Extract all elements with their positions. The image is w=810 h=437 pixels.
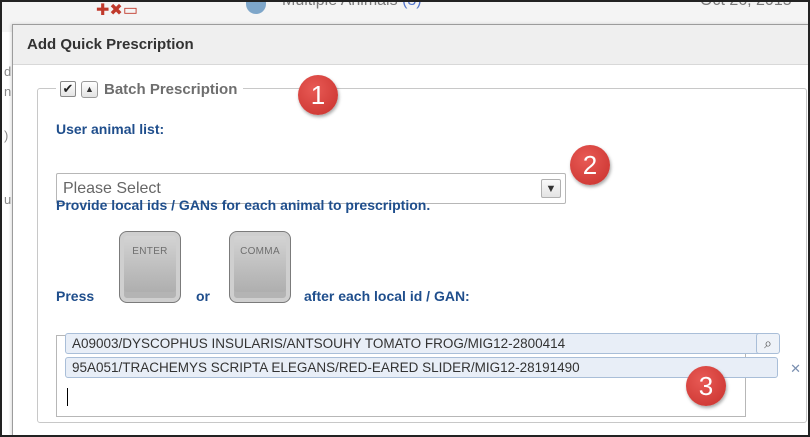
callout-badge-3: 3	[686, 366, 726, 406]
text-caret	[67, 388, 68, 406]
comma-key-icon: COMMA	[229, 231, 291, 303]
callout-badge-2: 2	[570, 145, 610, 185]
or-text: or	[196, 288, 210, 304]
remove-token-icon[interactable]: ✕	[790, 361, 801, 377]
token-label: 95A051/TRACHEMYS SCRIPTA ELEGANS/RED-EAR…	[72, 360, 580, 375]
batch-prescription-label: Batch Prescription	[104, 80, 238, 98]
select-value: Please Select	[63, 180, 161, 197]
enter-key-icon: ENTER	[119, 231, 181, 303]
background-date: Oct 26, 2015	[700, 0, 792, 9]
instructions-text: Provide local ids / GANs for each animal…	[56, 197, 431, 213]
background-left-fragments: d n ) u	[4, 64, 12, 207]
animal-token[interactable]: A09003/DYSCOPHUS INSULARIS/ANTSOUHY TOMA…	[65, 333, 780, 354]
animal-ids-input[interactable]: A09003/DYSCOPHUS INSULARIS/ANTSOUHY TOMA…	[56, 333, 801, 417]
dialog-title: Add Quick Prescription	[13, 25, 809, 65]
collapse-toggle-icon[interactable]: ▲	[81, 80, 98, 98]
after-each-id-text: after each local id / GAN:	[304, 288, 470, 304]
press-text: Press	[56, 288, 95, 304]
enter-key-label: ENTER	[132, 246, 168, 257]
token-label: A09003/DYSCOPHUS INSULARIS/ANTSOUHY TOMA…	[72, 336, 566, 351]
comma-key-label: COMMA	[240, 246, 280, 257]
callout-badge-1: 1	[298, 75, 338, 115]
batch-prescription-legend: ✔ ▲ Batch Prescription	[56, 76, 244, 102]
background-title: Multiple Animals (3)	[282, 0, 422, 9]
background-icons: ✚✖▭	[96, 2, 138, 19]
batch-prescription-checkbox[interactable]: ✔	[60, 81, 76, 97]
background-globe-icon	[246, 0, 266, 14]
animal-token[interactable]: 95A051/TRACHEMYS SCRIPTA ELEGANS/RED-EAR…	[65, 357, 801, 378]
user-animal-list-label: User animal list:	[56, 121, 165, 137]
chevron-down-icon[interactable]: ▼	[541, 179, 561, 198]
search-icon[interactable]: ⌕	[756, 333, 780, 354]
